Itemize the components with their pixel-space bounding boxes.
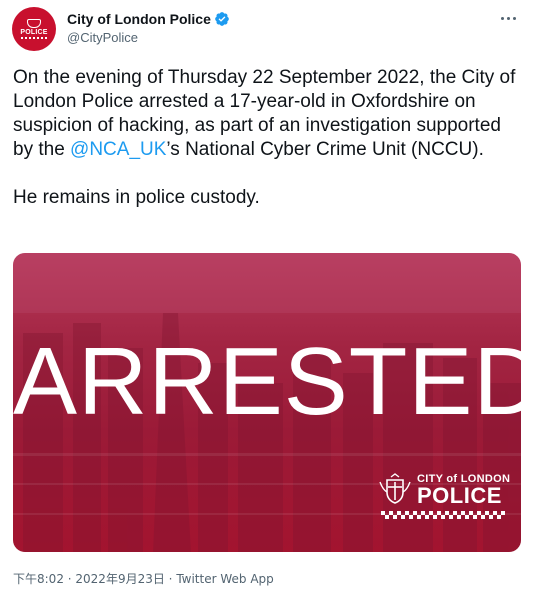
avatar-text: POLICE <box>20 29 48 36</box>
arrested-headline: ARRESTED <box>13 328 521 435</box>
author-name-row: City of London Police <box>67 11 230 27</box>
logo-main-text: POLICE <box>417 483 502 508</box>
media-image[interactable]: ARRESTED CITY of LONDON POLICE <box>13 253 521 552</box>
tweet-paragraph-1: On the evening of Thursday 22 September … <box>13 67 516 160</box>
tweet-card: POLICE City of London Police @CityPolice… <box>0 0 534 593</box>
tweet-time[interactable]: 下午8:02 <box>13 572 64 586</box>
more-horizontal-icon[interactable] <box>496 10 520 26</box>
checker-band <box>21 37 47 39</box>
tweet-date[interactable]: 2022年9月23日 <box>75 572 164 586</box>
display-name[interactable]: City of London Police <box>67 11 211 27</box>
handle[interactable]: @CityPolice <box>67 30 138 45</box>
tweet-paragraph-2: He remains in police custody. <box>13 187 260 208</box>
city-police-logo: CITY of LONDON POLICE <box>377 472 510 519</box>
tweet-source[interactable]: Twitter Web App <box>176 572 273 586</box>
avatar[interactable]: POLICE <box>12 7 56 51</box>
crest-icon <box>27 19 41 28</box>
crest-icon <box>379 473 411 504</box>
checker-band <box>381 511 505 519</box>
meta-separator: · <box>63 572 76 586</box>
tweet-meta: 下午8:02 · 2022年9月23日 · Twitter Web App <box>13 570 274 587</box>
tweet-text: On the evening of Thursday 22 September … <box>13 66 523 210</box>
mention-link[interactable]: @NCA_UK <box>70 139 166 160</box>
meta-separator: · <box>164 572 177 586</box>
verified-badge-icon <box>215 12 229 26</box>
